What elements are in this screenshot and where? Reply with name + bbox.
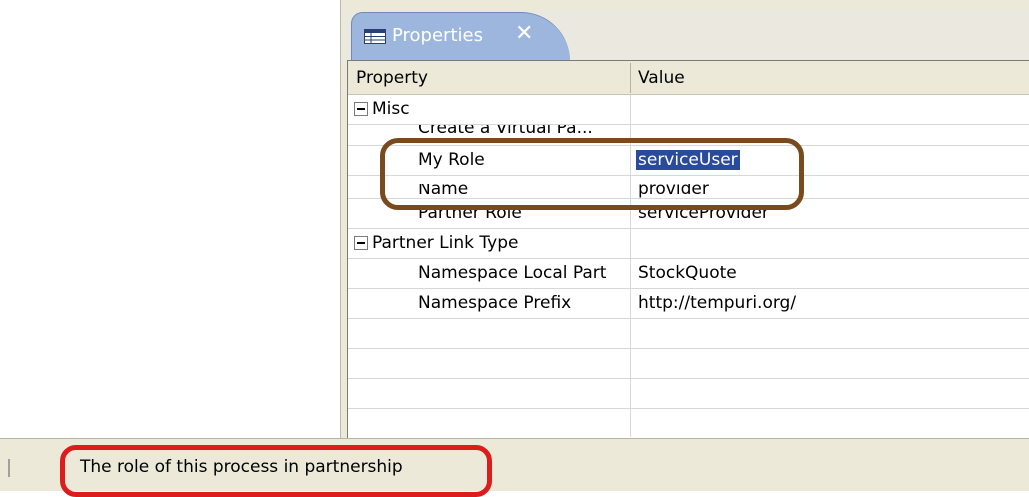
status-bar: The role of this process in partnership — [0, 438, 1029, 491]
property-value: provider — [638, 184, 709, 198]
property-value-input[interactable]: serviceUser — [636, 150, 740, 170]
left-editor-pane — [0, 0, 341, 438]
table-row[interactable]: Partner Role serviceProvider — [348, 199, 1029, 229]
column-resize-handle[interactable] — [630, 63, 631, 93]
property-name: My Role — [418, 150, 485, 170]
collapse-minus-icon[interactable] — [354, 236, 368, 250]
category-label: Partner Link Type — [372, 233, 519, 253]
property-value: StockQuote — [638, 263, 737, 283]
grid-header: Property Value — [348, 61, 1029, 95]
status-grip — [8, 459, 10, 477]
empty-row — [348, 349, 1029, 379]
column-header-value[interactable]: Value — [638, 68, 685, 88]
properties-table-icon — [364, 29, 386, 44]
column-header-property[interactable]: Property — [356, 68, 428, 88]
table-row[interactable]: Namespace Local Part StockQuote — [348, 259, 1029, 289]
property-grid: Property Value Misc Create a Virtual Pa.… — [347, 60, 1029, 439]
category-row-partner-link-type[interactable]: Partner Link Type — [348, 229, 1029, 259]
property-name: Create a Virtual Pa... — [418, 125, 593, 138]
table-row[interactable]: Namespace Prefix http://tempuri.org/ — [348, 289, 1029, 319]
empty-row — [348, 379, 1029, 409]
table-row[interactable]: Create a Virtual Pa... — [348, 125, 1029, 146]
property-name: Namespace Local Part — [418, 263, 607, 283]
property-value: serviceProvider — [638, 203, 769, 223]
tab-strip: Properties ✕ — [345, 10, 1029, 61]
property-value: http://tempuri.org/ — [638, 293, 797, 313]
tab-properties[interactable]: Properties ✕ — [351, 12, 570, 61]
empty-row — [348, 319, 1029, 349]
category-label: Misc — [372, 99, 410, 119]
properties-view: Properties ✕ Property Value Misc Create … — [345, 0, 1029, 439]
empty-row — [348, 409, 1029, 437]
property-name: Partner Role — [418, 203, 522, 223]
collapse-minus-icon[interactable] — [354, 102, 368, 116]
category-row-misc[interactable]: Misc — [348, 95, 1029, 125]
tab-title: Properties — [392, 25, 483, 46]
property-name: Namespace Prefix — [418, 293, 572, 313]
table-row-selected[interactable]: My Role serviceUser — [348, 146, 1029, 176]
table-row[interactable]: Name provider — [348, 176, 1029, 199]
close-icon[interactable]: ✕ — [515, 21, 533, 46]
status-message: The role of this process in partnership — [80, 457, 403, 477]
property-name: Name — [418, 184, 469, 198]
